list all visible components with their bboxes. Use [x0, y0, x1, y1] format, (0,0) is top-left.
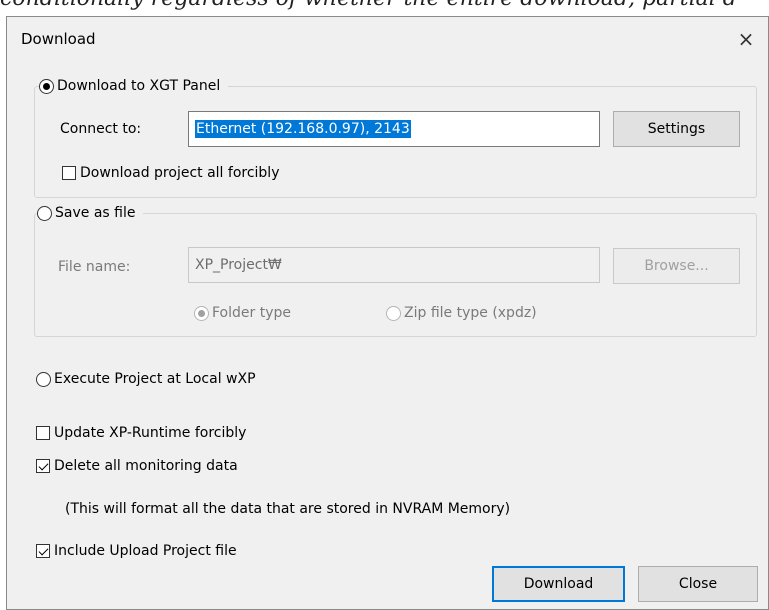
include-upload-option[interactable]: Include Upload Project file: [36, 543, 237, 559]
zip-type-label: Zip file type (xpdz): [404, 305, 537, 321]
settings-button[interactable]: Settings: [613, 111, 740, 147]
zip-type-option[interactable]: Zip file type (xpdz): [386, 305, 537, 321]
include-upload-checkbox[interactable]: [36, 544, 50, 558]
download-dialog: Download × Download to XGT Panel Connect…: [6, 16, 769, 610]
local-execute-option[interactable]: Execute Project at Local wXP: [36, 371, 256, 387]
connect-to-field[interactable]: Ethernet (192.168.0.97), 2143: [188, 111, 600, 147]
zip-type-radio[interactable]: [386, 305, 401, 321]
delete-monitoring-option[interactable]: Delete all monitoring data: [36, 458, 238, 474]
update-runtime-checkbox[interactable]: [36, 426, 50, 440]
force-download-label: Download project all forcibly: [80, 165, 280, 181]
close-button[interactable]: Close: [638, 566, 758, 602]
file-name-value: XP_Project₩: [195, 257, 282, 273]
file-name-label: File name:: [58, 259, 131, 275]
update-runtime-option[interactable]: Update XP-Runtime forcibly: [36, 425, 246, 441]
folder-type-label: Folder type: [212, 305, 291, 321]
update-runtime-label: Update XP-Runtime forcibly: [54, 425, 247, 441]
nvram-note: (This will format all the data that are …: [65, 501, 511, 517]
browse-button[interactable]: Browse...: [613, 248, 740, 284]
delete-monitoring-label: Delete all monitoring data: [54, 458, 238, 474]
local-execute-label: Execute Project at Local wXP: [54, 371, 256, 387]
xgt-panel-label: Download to XGT Panel: [57, 78, 221, 94]
xgt-panel-option[interactable]: Download to XGT Panel: [39, 78, 229, 94]
force-download-option[interactable]: Download project all forcibly: [62, 165, 279, 181]
save-file-label: Save as file: [55, 205, 136, 221]
connect-to-label: Connect to:: [60, 121, 142, 137]
dialog-title: Download: [21, 30, 96, 48]
delete-monitoring-checkbox[interactable]: [36, 459, 50, 473]
xgt-panel-radio[interactable]: [39, 78, 54, 94]
folder-type-option[interactable]: Folder type: [194, 305, 291, 321]
connect-to-value: Ethernet (192.168.0.97), 2143: [195, 120, 411, 138]
include-upload-label: Include Upload Project file: [54, 543, 237, 559]
close-icon[interactable]: ×: [724, 17, 768, 61]
local-execute-radio[interactable]: [36, 371, 51, 387]
download-button[interactable]: Download: [492, 566, 625, 602]
save-file-radio[interactable]: [37, 205, 52, 221]
background-document-text: conditionally regardless of whether the …: [0, 0, 769, 16]
folder-type-radio[interactable]: [194, 305, 209, 321]
save-file-option[interactable]: Save as file: [37, 205, 144, 221]
force-download-checkbox[interactable]: [62, 166, 76, 180]
file-name-field[interactable]: XP_Project₩: [188, 247, 600, 283]
title-bar: Download ×: [7, 17, 768, 61]
